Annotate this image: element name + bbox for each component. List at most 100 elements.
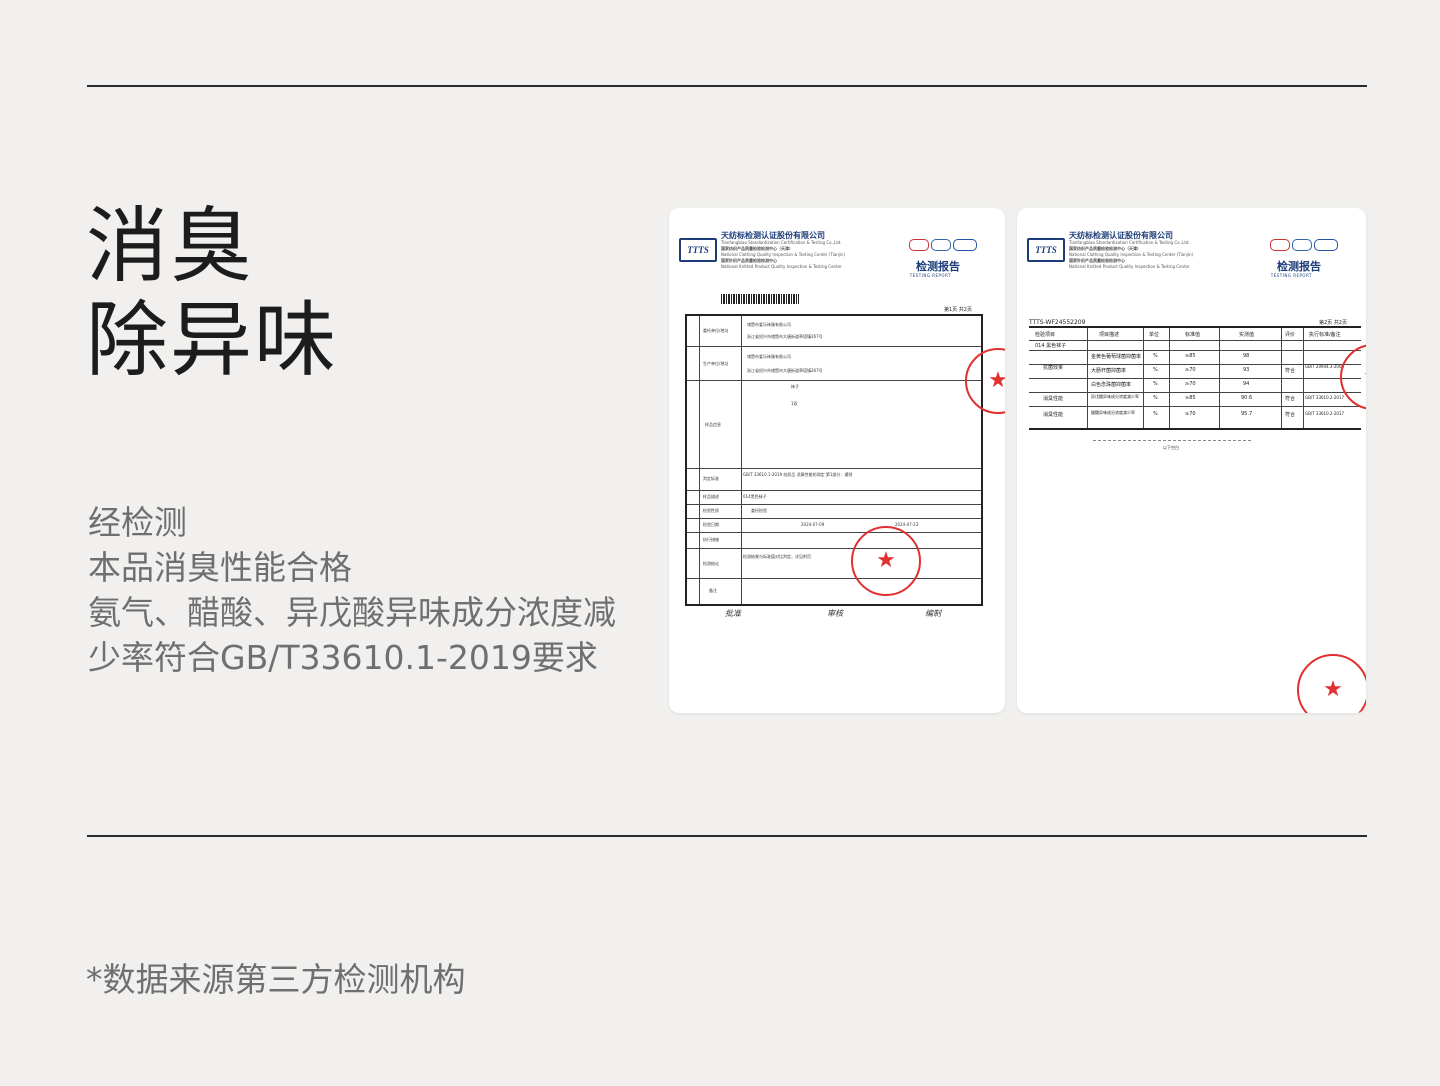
label-sample-info: 样品信息 [705, 422, 721, 427]
col-header: 项目描述 [1099, 332, 1120, 338]
client-address: 浙江省绍兴市诸暨市大唐街道草塔镇267号 [747, 334, 823, 339]
col-header: 评价 [1285, 332, 1296, 338]
report-title-en: TESTING REPORT [1270, 273, 1312, 278]
headline-line-1: 消臭 [86, 199, 255, 294]
label-conclusion: 检测结论 [703, 561, 719, 566]
row-val: 93 [1243, 367, 1250, 373]
std-note: GB/T 33610.2-2017 [1305, 411, 1345, 416]
col-header: 检验项目 [1035, 332, 1056, 338]
bottom-divider [87, 835, 1367, 837]
headline-line-2: 除异味 [86, 293, 339, 388]
conclusion-text: 检测结果与标准值对比判定，详见附页 [743, 554, 811, 559]
std-note: GB/T 33610.2-2017 [1305, 395, 1345, 400]
top-divider [87, 85, 1367, 87]
report-table: 委托单位/地址 诸暨市爱乐袜服有限公司 浙江省绍兴市诸暨市大唐街道草塔镇267号… [685, 314, 983, 606]
report-number: TTTS-WF24552209 [1029, 319, 1086, 326]
row-std: ≥85 [1185, 353, 1196, 359]
row-std: ≥70 [1185, 411, 1196, 417]
ilac-badge-icon [1292, 239, 1312, 251]
cma-badge-icon [1270, 239, 1290, 251]
row-item: 消臭性能 [1043, 412, 1064, 418]
org-subtitle: Tianfangbiao Standardization Certificati… [1069, 240, 1190, 245]
standard-text: GB/T 33610.1-2019 纺织品 消臭性能的测定 第1部分：通则 [743, 472, 853, 477]
sample-desc: 014黑色袜子 [743, 494, 767, 499]
producer-address: 浙江省绍兴市诸暨市大唐街道草塔镇267号 [747, 368, 823, 373]
label-client: 委托单位/地址 [703, 328, 729, 333]
row-unit: % [1153, 395, 1158, 401]
row-desc: 金黄色葡萄球菌抑菌率 [1091, 354, 1142, 360]
cnas-badge-icon [953, 239, 977, 251]
signature-reviewer: 审核 [827, 609, 843, 618]
row-desc: 大肠杆菌抑菌率 [1091, 368, 1127, 374]
col-header: 实测值 [1239, 332, 1255, 338]
col-header: 标准值 [1185, 332, 1201, 338]
row-desc: 异戊酸异味成分浓度减少率 [1091, 394, 1139, 399]
headline: 消臭 除异味 [86, 200, 338, 388]
date-received: 2024-07-09 [801, 522, 825, 527]
row-val: 95.7 [1241, 411, 1253, 417]
page-number: 第1页 共2页 [944, 307, 972, 313]
row-std: ≥85 [1185, 395, 1196, 401]
row-unit: % [1153, 367, 1158, 373]
row-unit: % [1153, 381, 1158, 387]
ttts-logo: TTTS [1027, 238, 1065, 262]
row-val: 98 [1243, 353, 1250, 359]
report-page-1: TTTS 天纺标检测认证股份有限公司 Tianfangbiao Standard… [669, 208, 1005, 713]
description-text: 经检测 本品消臭性能合格 氨气、醋酸、异戊酸异味成分浓度减 少率符合GB/T33… [88, 500, 658, 680]
row-desc: 醋酸异味成分浓度减少率 [1091, 410, 1135, 415]
org-center-1-en: National Clothing Quality Inspection & T… [721, 252, 846, 257]
col-header: 执行标准/备注 [1309, 332, 1341, 338]
official-seal-icon: ★ [1297, 654, 1366, 713]
row-desc: 白色念珠菌抑菌率 [1091, 382, 1132, 388]
report-page-2: TTTS 天纺标检测认证股份有限公司 Tianfangbiao Standard… [1017, 208, 1366, 713]
ttts-logo: TTTS [679, 238, 717, 262]
report-header: TTTS 天纺标检测认证股份有限公司 Tianfangbiao Standard… [679, 228, 995, 288]
report-title: 检测报告 [1277, 260, 1321, 273]
org-subtitle: Tianfangbiao Standardization Certificati… [721, 240, 842, 245]
official-seal-icon: ★ [851, 526, 921, 596]
row-std: ≥70 [1185, 367, 1196, 373]
row-unit: % [1153, 353, 1158, 359]
end-mark: 以下空白 [1163, 445, 1179, 450]
cnas-badge-icon [1314, 239, 1338, 251]
row-eval: 符合 [1285, 412, 1296, 418]
org-center-2-en: National Knitted Product Quality Inspect… [1069, 264, 1190, 269]
sample-label: 014 黑色袜子 [1035, 343, 1067, 349]
label-standard: 判定标准 [703, 476, 719, 481]
label-measure: 执行措施 [703, 537, 719, 542]
signature-preparer: 编制 [925, 609, 941, 618]
client-name: 诸暨市爱乐袜服有限公司 [747, 322, 791, 327]
report-header: TTTS 天纺标检测认证股份有限公司 Tianfangbiao Standard… [1027, 228, 1356, 288]
row-val: 94 [1243, 381, 1250, 387]
report-title-en: TESTING REPORT [909, 273, 951, 278]
check-type: 委托检验 [751, 508, 767, 513]
std-note: GB/T 20944.3-2008 [1305, 364, 1345, 369]
report-title: 检测报告 [916, 260, 960, 273]
label-producer: 生产单位/地址 [703, 361, 729, 366]
label-check-date: 检验日期 [703, 522, 719, 527]
page-number: 第2页 共2页 [1319, 320, 1347, 326]
row-eval: 符合 [1285, 368, 1296, 374]
cma-badge-icon [909, 239, 929, 251]
results-table: 检验项目 项目描述 单位 标准值 实测值 评价 执行标准/备注 014 黑色袜子… [1029, 326, 1361, 430]
org-center-1-en: National Clothing Quality Inspection & T… [1069, 252, 1194, 257]
sample-name: 袜子 [791, 384, 799, 389]
label-check-type: 检验性质 [703, 508, 719, 513]
signature-approver: 批准 [725, 609, 741, 618]
description-line-4: 少率符合GB/T33610.1-2019要求 [88, 638, 598, 677]
ilac-badge-icon [931, 239, 951, 251]
description-line-3: 氨气、醋酸、异戊酸异味成分浓度减 [88, 593, 616, 632]
col-header: 单位 [1149, 332, 1160, 338]
accreditation-badges [907, 236, 977, 255]
data-source-footnote: *数据来源第三方检测机构 [86, 960, 466, 999]
label-sample-desc: 样品描述 [703, 494, 719, 499]
row-std: ≥70 [1185, 381, 1196, 387]
row-val: 90.6 [1241, 395, 1253, 401]
row-item: 消臭性能 [1043, 396, 1064, 402]
end-divider [1093, 440, 1251, 441]
org-center-2-en: National Knitted Product Quality Inspect… [721, 264, 842, 269]
row-item: 抗菌效果 [1043, 365, 1064, 371]
label-remarks: 备注 [709, 588, 717, 593]
row-eval: 符合 [1285, 396, 1296, 402]
description-line-1: 经检测 [88, 503, 187, 542]
